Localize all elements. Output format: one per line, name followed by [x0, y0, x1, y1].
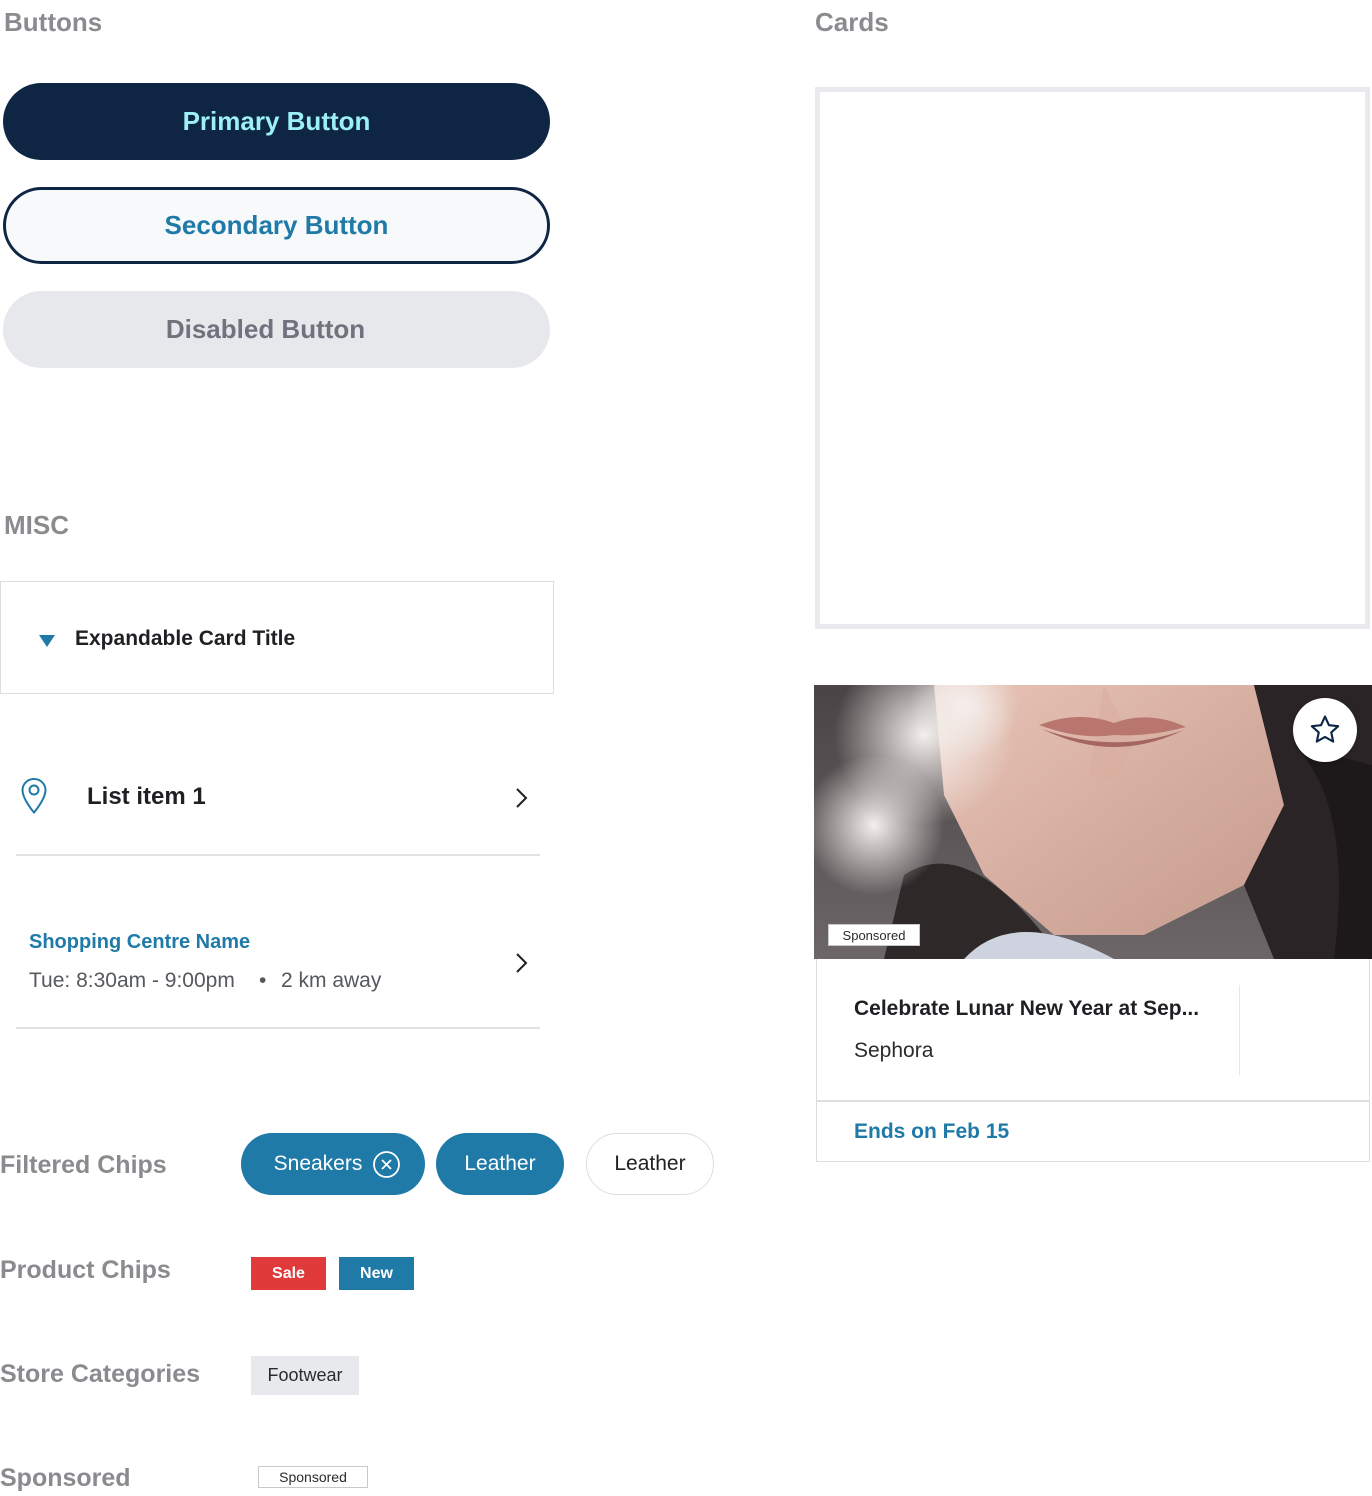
store-categories-label: Store Categories [0, 1360, 201, 1388]
sale-tag: Sale [251, 1257, 326, 1290]
list-item-label: List item 1 [87, 783, 206, 810]
promo-store-name: Sephora [854, 1039, 934, 1062]
empty-card [815, 87, 1370, 629]
star-icon [1310, 715, 1340, 743]
promo-vertical-divider [1239, 985, 1240, 1075]
new-tag: New [339, 1257, 414, 1290]
chevron-right-icon [516, 953, 528, 973]
chip-leather[interactable]: Leather [586, 1133, 714, 1195]
promo-title: Celebrate Lunar New Year at Sep... [854, 997, 1200, 1020]
favourite-button[interactable] [1293, 698, 1357, 762]
disabled-button: Disabled Button [3, 291, 550, 368]
expand-triangle-icon [39, 635, 55, 647]
misc-section-title: MISC [4, 510, 69, 540]
cards-section-title: Cards [815, 7, 889, 37]
list-divider [16, 1027, 540, 1029]
map-pin-icon [21, 777, 47, 815]
shopping-centre-item[interactable] [16, 900, 540, 1028]
chevron-right-icon [516, 788, 528, 808]
sponsored-label: Sponsored [0, 1464, 131, 1492]
expandable-card[interactable]: Expandable Card Title [0, 581, 554, 694]
list-divider [16, 854, 540, 856]
chip-label: Sneakers [273, 1152, 363, 1175]
promo-card-image[interactable]: Sponsored [814, 685, 1372, 959]
primary-button[interactable]: Primary Button [3, 83, 550, 160]
chip-leather-selected[interactable]: Leather [436, 1133, 564, 1195]
sponsored-badge: Sponsored [828, 924, 920, 946]
separator-dot: • [259, 969, 267, 992]
distance: 2 km away [281, 969, 382, 992]
portrait-image [814, 685, 1372, 959]
promo-end-date: Ends on Feb 15 [854, 1120, 1010, 1143]
product-chips-label: Product Chips [0, 1256, 171, 1284]
category-chip-footwear[interactable]: Footwear [251, 1356, 359, 1395]
promo-horizontal-divider [816, 1100, 1370, 1102]
sponsored-badge: Sponsored [258, 1466, 368, 1488]
secondary-button[interactable]: Secondary Button [3, 187, 550, 264]
buttons-section-title: Buttons [4, 7, 103, 37]
filtered-chips-label: Filtered Chips [0, 1151, 167, 1179]
opening-hours: Tue: 8:30am - 9:00pm [29, 969, 235, 992]
close-circle-icon[interactable] [372, 1150, 401, 1179]
shopping-centre-name[interactable]: Shopping Centre Name [29, 931, 250, 954]
expandable-card-title: Expandable Card Title [75, 627, 296, 650]
